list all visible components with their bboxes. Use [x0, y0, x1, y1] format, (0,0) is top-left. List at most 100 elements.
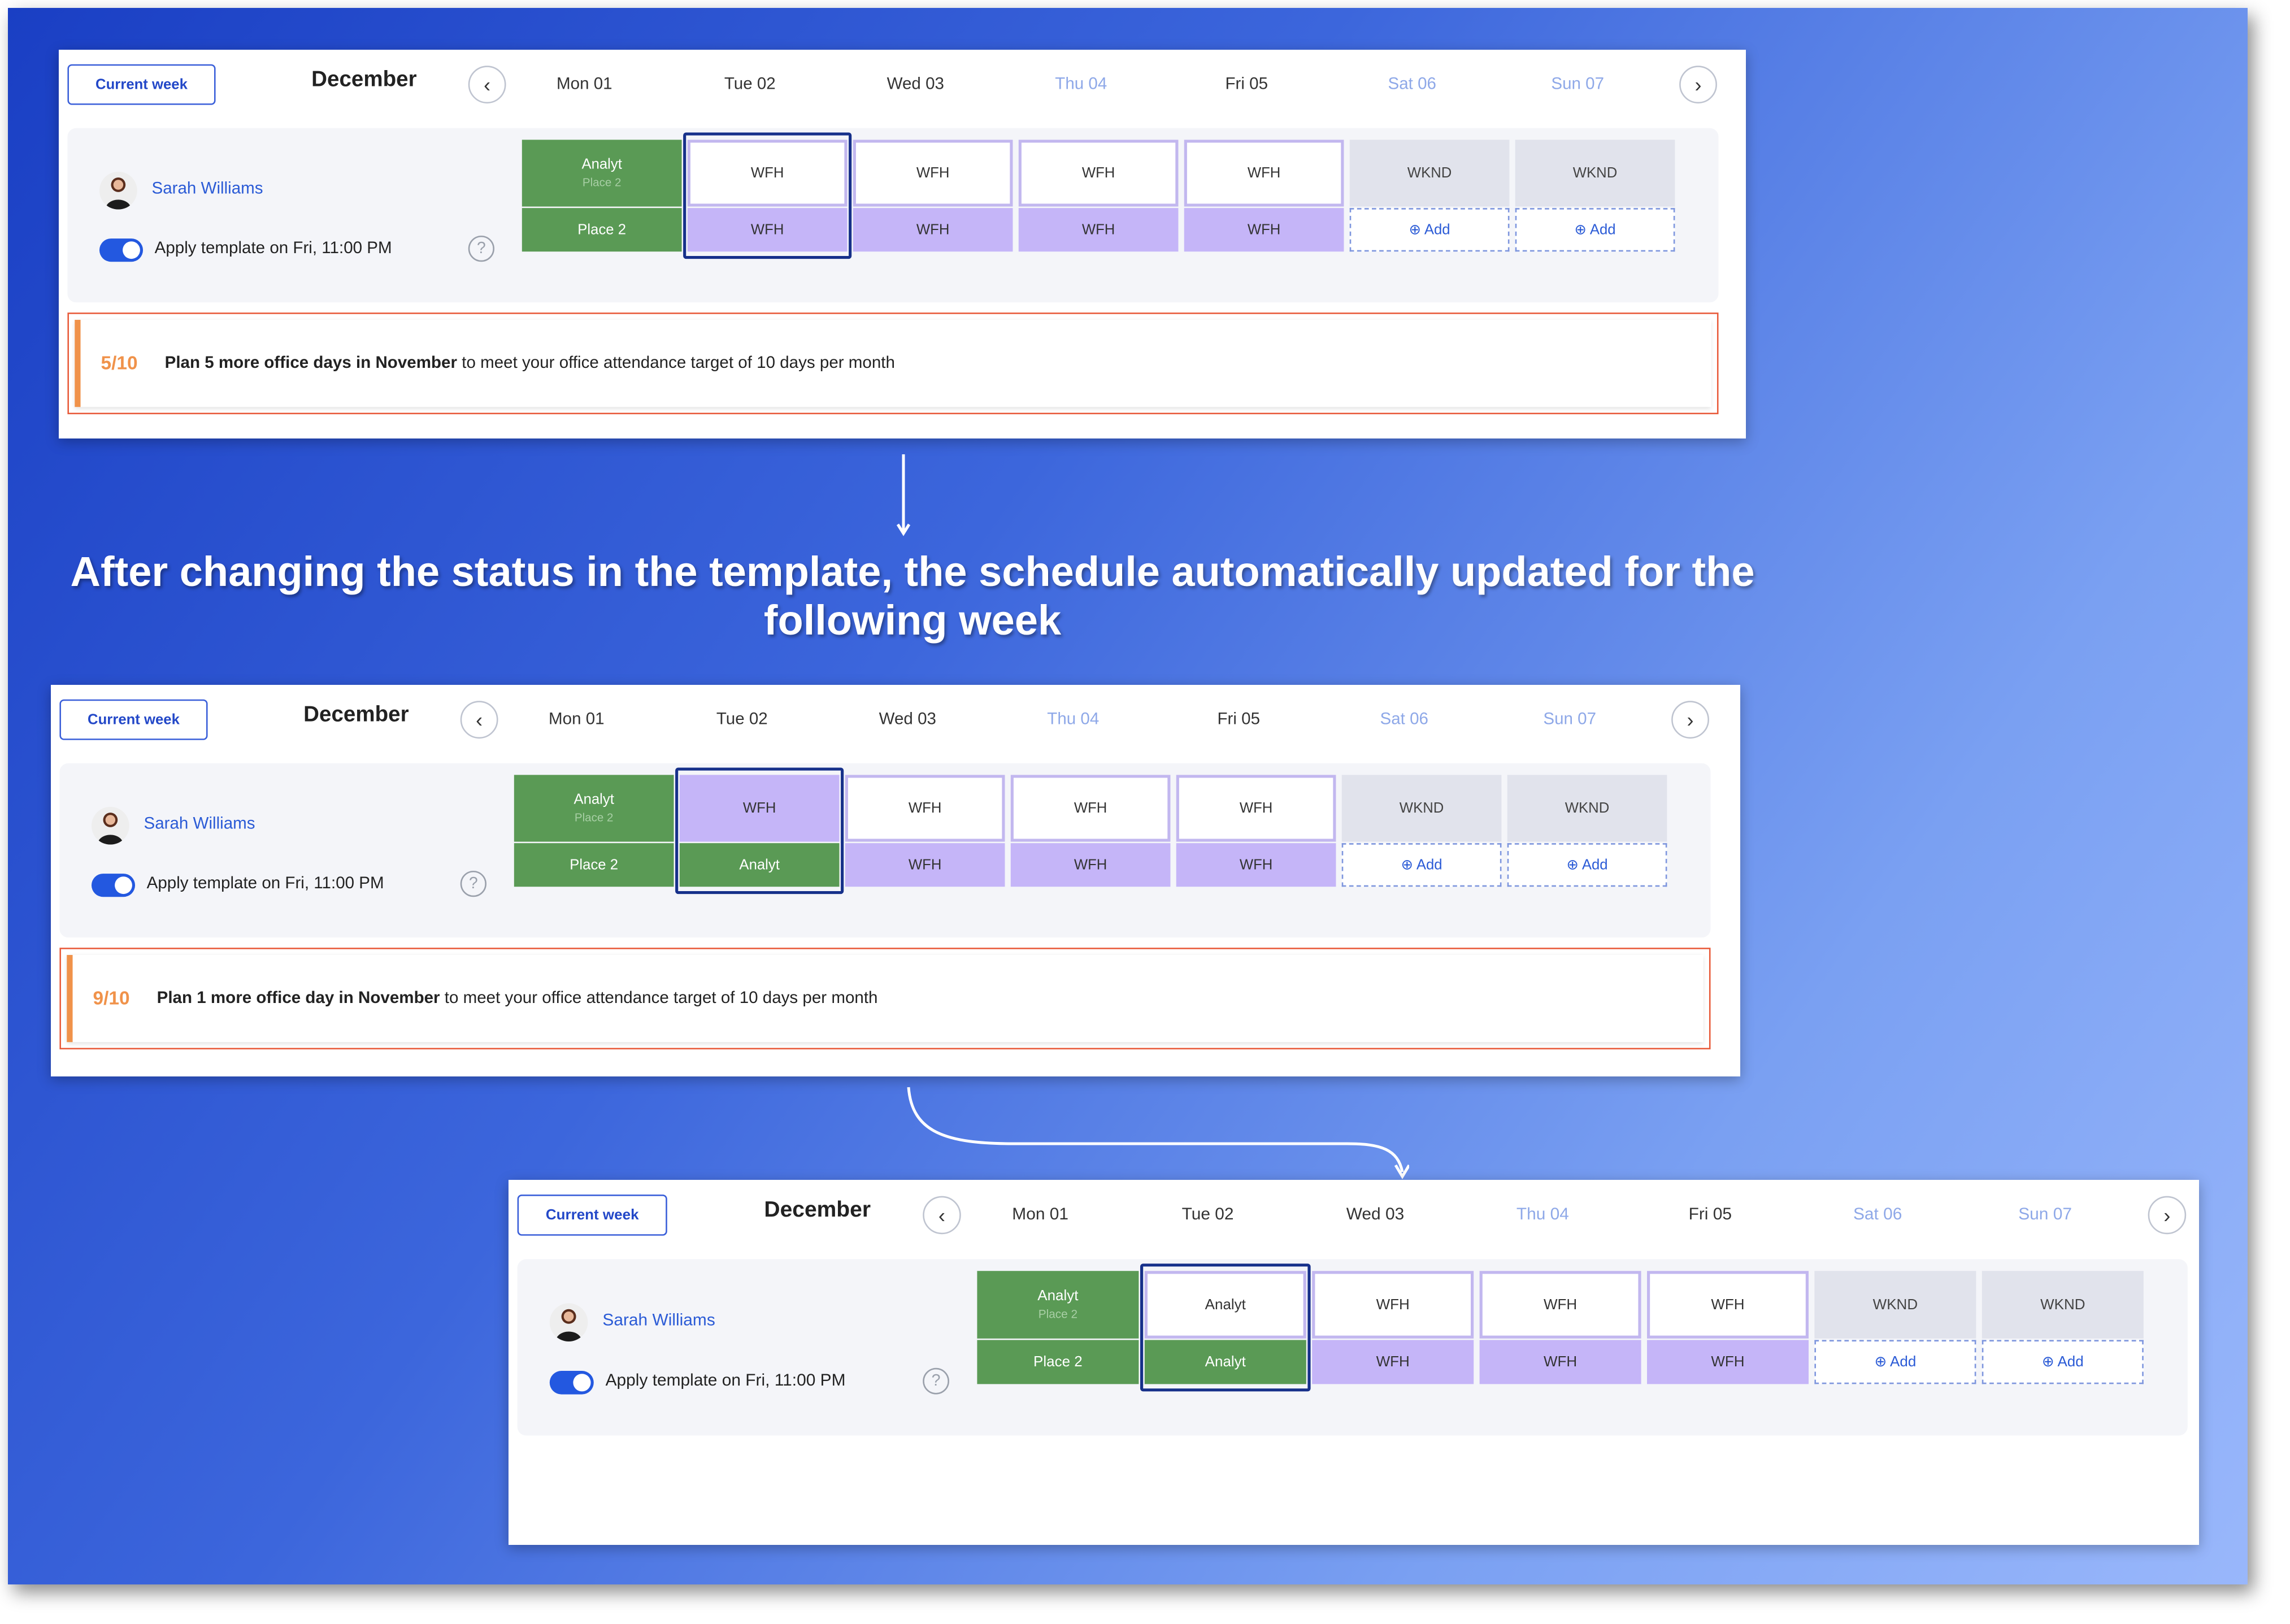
- schedule-slot[interactable]: WFH: [1018, 208, 1179, 252]
- template-slot[interactable]: WKND: [1515, 140, 1675, 207]
- template-slot[interactable]: WFH: [1312, 1271, 1474, 1339]
- slot-label: WFH: [1239, 800, 1273, 817]
- schedule-panel-3: Current week December ‹ › Mon 01 Tue 02 We…: [509, 1180, 2199, 1545]
- day-header: Mon 01: [549, 711, 605, 729]
- day-header: Wed 03: [887, 76, 944, 94]
- template-slot[interactable]: WKND: [1349, 140, 1510, 207]
- slot-label: Place 2: [1033, 1354, 1083, 1370]
- slot-label: ⊕ Add: [1401, 857, 1442, 873]
- help-icon[interactable]: ?: [468, 235, 494, 262]
- slot-label: WFH: [1711, 1296, 1745, 1313]
- slot-label: ⊕ Add: [1409, 222, 1450, 238]
- day-header: Fri 05: [1217, 711, 1261, 729]
- schedule-slot[interactable]: Place 2: [514, 843, 674, 887]
- day-header: Fri 05: [1688, 1206, 1732, 1224]
- schedule-slot[interactable]: Place 2: [977, 1340, 1139, 1384]
- slot-label: WKND: [1572, 165, 1618, 181]
- day-header: Sun 07: [1551, 76, 1605, 94]
- user-name-link[interactable]: Sarah Williams: [602, 1312, 715, 1330]
- day-header: Fri 05: [1225, 76, 1268, 94]
- schedule-slot[interactable]: WFH: [853, 208, 1013, 252]
- selected-day-frame: [683, 132, 852, 259]
- apply-template-toggle[interactable]: [549, 1371, 594, 1395]
- template-slot[interactable]: WFH: [1647, 1271, 1809, 1339]
- next-week-button[interactable]: ›: [1679, 66, 1717, 104]
- template-slot[interactable]: WKND: [1814, 1271, 1976, 1339]
- apply-template-label: Apply template on Fri, 11:00 PM: [154, 240, 392, 258]
- slot-label: WFH: [1247, 165, 1281, 181]
- slot-label: WFH: [1543, 1354, 1578, 1370]
- down-arrow-icon: [896, 454, 911, 536]
- add-slot-button[interactable]: ⊕ Add: [1515, 208, 1675, 252]
- add-slot-button[interactable]: ⊕ Add: [1982, 1340, 2144, 1384]
- slot-label: WFH: [1074, 857, 1107, 873]
- apply-template-toggle[interactable]: [99, 238, 144, 262]
- help-icon[interactable]: ?: [460, 870, 486, 897]
- day-header: Thu 04: [1516, 1206, 1569, 1224]
- attendance-message: Plan 5 more office days in November to m…: [164, 354, 895, 372]
- template-slot[interactable]: WKND: [1982, 1271, 2144, 1339]
- prev-week-button[interactable]: ‹: [460, 701, 498, 739]
- template-slot[interactable]: Analyt Place 2: [514, 775, 674, 842]
- slot-label: WFH: [1081, 222, 1115, 238]
- user-name-link[interactable]: Sarah Williams: [151, 180, 263, 198]
- add-slot-button[interactable]: ⊕ Add: [1507, 843, 1667, 887]
- schedule-slot[interactable]: WFH: [1176, 843, 1336, 887]
- month-title: December: [311, 67, 417, 92]
- template-slot[interactable]: WKND: [1507, 775, 1667, 842]
- prev-week-button[interactable]: ‹: [923, 1196, 961, 1235]
- current-week-button[interactable]: Current week: [517, 1195, 667, 1236]
- day-header: Thu 04: [1047, 711, 1100, 729]
- schedule-slot[interactable]: WFH: [1312, 1340, 1474, 1384]
- next-week-button[interactable]: ›: [1671, 701, 1709, 739]
- template-slot[interactable]: Analyt Place 2: [977, 1271, 1139, 1339]
- chevron-right-icon: ›: [1694, 73, 1702, 97]
- template-slot[interactable]: WFH: [1184, 140, 1344, 207]
- attendance-ratio: 9/10: [93, 987, 130, 1009]
- month-title: December: [764, 1197, 871, 1223]
- template-slot[interactable]: WFH: [1479, 1271, 1641, 1339]
- day-header: Mon 01: [1012, 1206, 1069, 1224]
- slot-label: WKND: [1565, 800, 1610, 817]
- prev-week-button[interactable]: ‹: [468, 66, 506, 104]
- schedule-slot[interactable]: WFH: [1184, 208, 1344, 252]
- slot-label: WFH: [1247, 222, 1281, 238]
- day-header: Thu 04: [1055, 76, 1107, 94]
- next-week-button[interactable]: ›: [2148, 1196, 2187, 1235]
- apply-template-toggle[interactable]: [91, 874, 136, 897]
- schedule-slot[interactable]: Place 2: [522, 208, 682, 252]
- slot-label: ⊕ Add: [1566, 857, 1608, 873]
- slot-label: WFH: [908, 857, 942, 873]
- template-slot[interactable]: WKND: [1341, 775, 1502, 842]
- current-week-button[interactable]: Current week: [67, 64, 216, 105]
- schedule-slot[interactable]: WFH: [1479, 1340, 1641, 1384]
- add-slot-button[interactable]: ⊕ Add: [1814, 1340, 1976, 1384]
- template-slot[interactable]: WFH: [853, 140, 1013, 207]
- template-slot[interactable]: WFH: [1176, 775, 1336, 842]
- day-header: Sat 06: [1380, 711, 1428, 729]
- slot-label: ⊕ Add: [1874, 1354, 1917, 1370]
- template-slot[interactable]: WFH: [845, 775, 1005, 842]
- add-slot-button[interactable]: ⊕ Add: [1341, 843, 1502, 887]
- slot-label: ⊕ Add: [2041, 1354, 2084, 1370]
- current-week-button[interactable]: Current week: [59, 699, 208, 740]
- template-slot[interactable]: Analyt Place 2: [522, 140, 682, 207]
- selected-day-frame: [1140, 1263, 1311, 1392]
- template-slot[interactable]: WFH: [1018, 140, 1179, 207]
- user-name-link[interactable]: Sarah Williams: [144, 815, 255, 833]
- slot-label: WKND: [1407, 165, 1452, 181]
- user-schedule-row: Sarah Williams Apply template on Fri, 11…: [517, 1259, 2188, 1436]
- slot-label: WFH: [1543, 1296, 1578, 1313]
- help-icon[interactable]: ?: [923, 1367, 949, 1395]
- day-header: Wed 03: [1346, 1206, 1405, 1224]
- schedule-slot[interactable]: WFH: [1010, 843, 1171, 887]
- template-slot[interactable]: WFH: [1010, 775, 1171, 842]
- slot-label: WKND: [1399, 800, 1444, 817]
- avatar: [91, 806, 129, 845]
- month-title: December: [303, 702, 409, 727]
- attendance-message: Plan 1 more office day in November to me…: [157, 989, 878, 1008]
- schedule-slot[interactable]: WFH: [845, 843, 1005, 887]
- schedule-slot[interactable]: WFH: [1647, 1340, 1809, 1384]
- add-slot-button[interactable]: ⊕ Add: [1349, 208, 1510, 252]
- apply-template-label: Apply template on Fri, 11:00 PM: [605, 1372, 846, 1390]
